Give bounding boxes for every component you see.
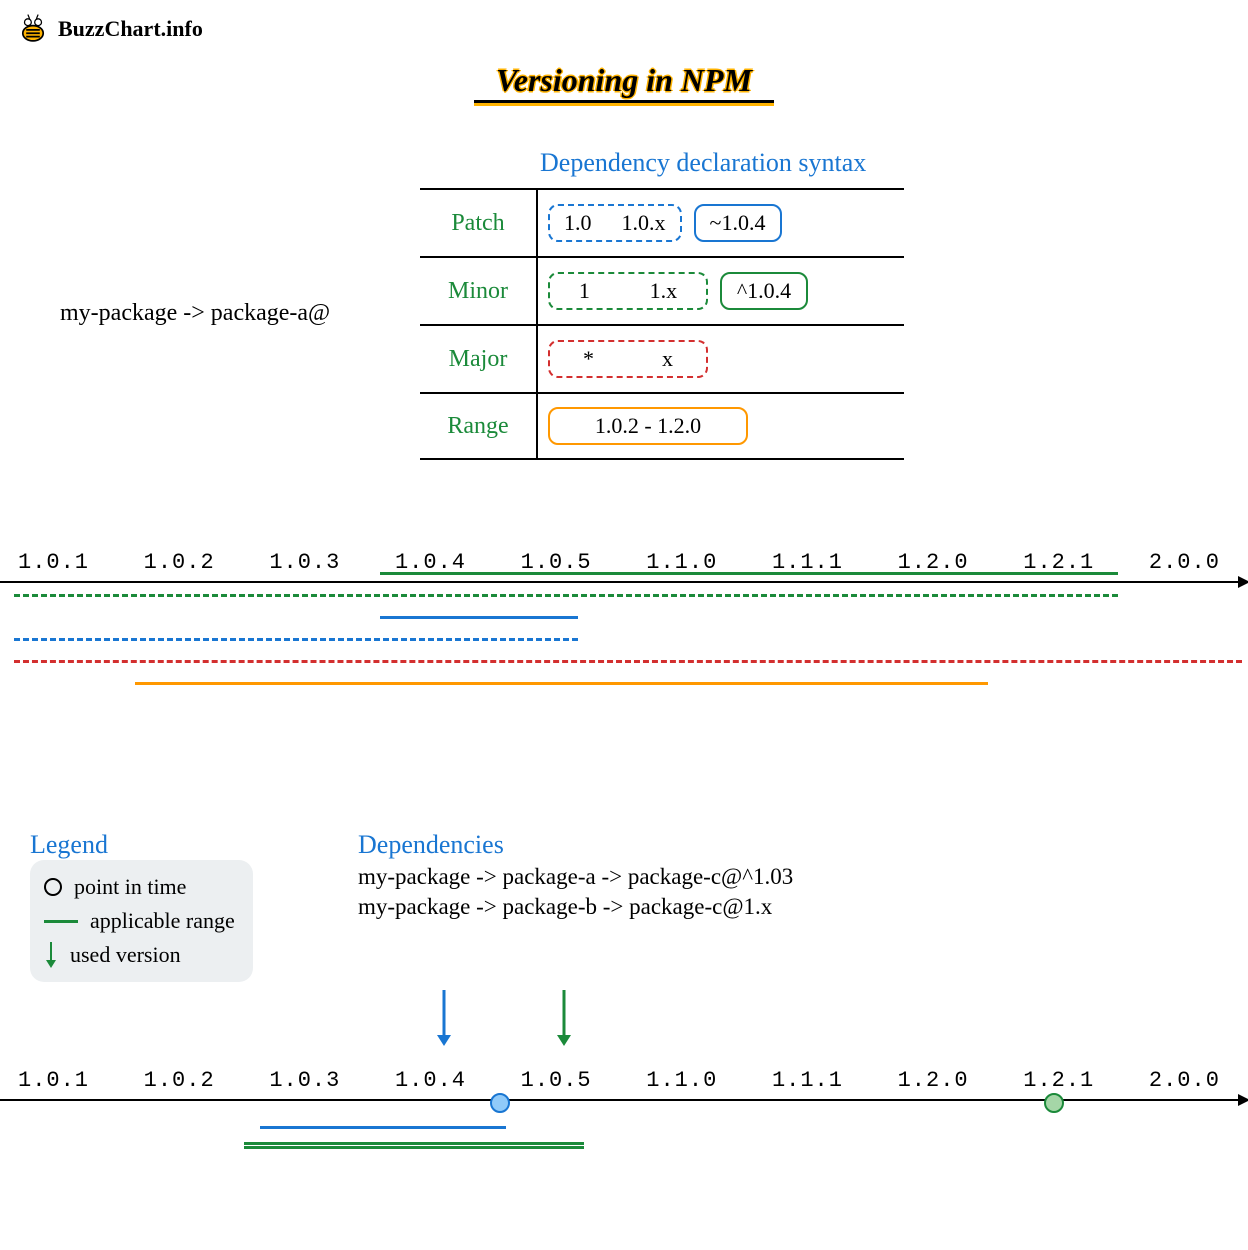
tick-label: 1.2.1 [1023, 1068, 1094, 1093]
timeline-1-axis [0, 581, 1248, 583]
row-label: Range [420, 413, 536, 440]
time-point-blue [490, 1093, 510, 1113]
dependency-line: my-package -> package-b -> package-c@1.x [358, 894, 793, 920]
dependency-leadin: my-package -> package-a@ [60, 300, 330, 327]
row-label: Minor [420, 278, 536, 305]
used-arrow-blue [435, 990, 453, 1051]
time-point-green [1044, 1093, 1064, 1113]
legend-arrow-icon [44, 942, 58, 968]
minor-operator-pill: ^1.0.4 [720, 272, 808, 310]
legend-box: point in time applicable range used vers… [30, 860, 253, 982]
bar-range-solid [135, 682, 988, 685]
pill-text: 1.0 [564, 210, 592, 236]
site-logo: BuzzChart.info [16, 12, 203, 46]
legend-line-icon [44, 920, 78, 923]
bar-resolve-green-2 [244, 1146, 584, 1149]
tick-label: 2.0.0 [1149, 550, 1220, 575]
bar-major-dashed [14, 660, 1242, 663]
syntax-table: Patch 1.0 1.0.x ~1.0.4 Minor 1 1.x ^1.0.… [420, 188, 904, 460]
timeline-1: 1.0.1 1.0.2 1.0.3 1.0.4 1.0.5 1.1.0 1.1.… [0, 550, 1248, 583]
legend-circle-icon [44, 878, 62, 896]
bee-icon [16, 12, 50, 46]
legend-label: point in time [74, 874, 186, 900]
tick-label: 1.0.2 [144, 550, 215, 575]
tick-label: 1.1.1 [772, 1068, 843, 1093]
bar-patch-dashed [14, 638, 578, 641]
title-underline [474, 100, 774, 106]
tick-label: 1.0.5 [521, 1068, 592, 1093]
table-row-patch: Patch 1.0 1.0.x ~1.0.4 [420, 188, 904, 256]
tick-label: 1.0.1 [18, 1068, 89, 1093]
pill-text: 1 [579, 278, 590, 304]
bar-minor-solid [380, 572, 1118, 575]
table-row-minor: Minor 1 1.x ^1.0.4 [420, 256, 904, 324]
legend-title: Legend [30, 830, 253, 860]
patch-operator-pill: ~1.0.4 [694, 204, 782, 242]
pill-text: 1.x [650, 278, 678, 304]
legend-label: used version [70, 942, 181, 968]
timeline-2-ticks: 1.0.1 1.0.2 1.0.3 1.0.4 1.0.5 1.1.0 1.1.… [0, 1068, 1248, 1093]
table-row-major: Major * x [420, 324, 904, 392]
table-row-range: Range 1.0.2 - 1.2.0 [420, 392, 904, 460]
logo-text: BuzzChart.info [58, 16, 203, 42]
tick-label: 1.0.4 [395, 1068, 466, 1093]
bar-patch-solid [380, 616, 578, 619]
tick-label: 1.0.3 [269, 1068, 340, 1093]
legend-block: Legend point in time applicable range us… [30, 830, 253, 982]
timeline-2: 1.0.1 1.0.2 1.0.3 1.0.4 1.0.5 1.1.0 1.1.… [0, 1068, 1248, 1101]
used-arrow-green [555, 990, 573, 1051]
pill-text: * [583, 346, 594, 372]
tick-label: 1.1.0 [646, 1068, 717, 1093]
tick-label: 1.0.3 [269, 550, 340, 575]
row-label: Patch [420, 210, 536, 237]
legend-label: applicable range [90, 908, 235, 934]
section-subtitle: Dependency declaration syntax [540, 148, 866, 178]
tick-label: 1.0.2 [144, 1068, 215, 1093]
dependency-line: my-package -> package-a -> package-c@^1.… [358, 864, 793, 890]
dependencies-block: Dependencies my-package -> package-a -> … [358, 830, 793, 924]
tick-label: 1.0.1 [18, 550, 89, 575]
bar-resolve-green-1 [244, 1142, 584, 1145]
pill-text: x [662, 346, 673, 372]
bar-resolve-blue [260, 1126, 506, 1129]
tick-label: 1.2.0 [898, 1068, 969, 1093]
patch-wildcard-pill: 1.0 1.0.x [548, 204, 682, 242]
range-pill: 1.0.2 - 1.2.0 [548, 407, 748, 445]
page-title: Versioning in NPM [496, 62, 752, 103]
tick-label: 2.0.0 [1149, 1068, 1220, 1093]
row-label: Major [420, 346, 536, 373]
bar-minor-dashed [14, 594, 1118, 597]
major-wildcard-pill: * x [548, 340, 708, 378]
dependencies-title: Dependencies [358, 830, 793, 860]
minor-wildcard-pill: 1 1.x [548, 272, 708, 310]
pill-text: 1.0.x [622, 210, 666, 236]
